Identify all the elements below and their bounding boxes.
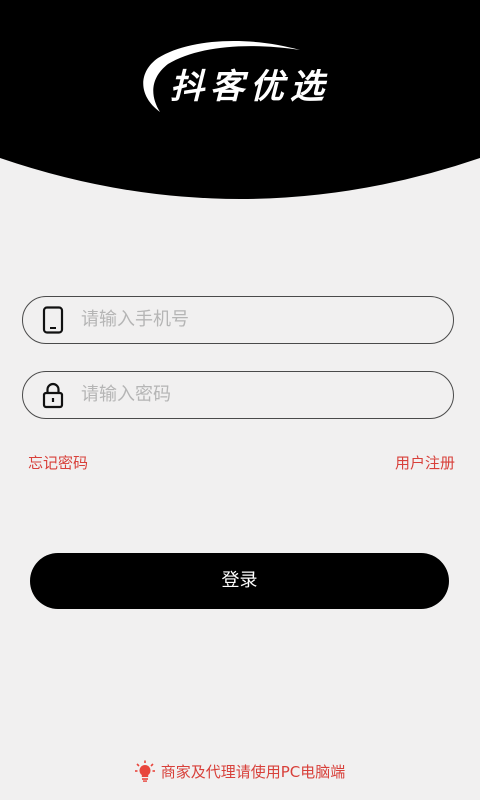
forgot-password-link[interactable]: 忘记密码: [28, 452, 88, 474]
phone-field[interactable]: [22, 296, 454, 344]
footer-note-text: 商家及代理请使用PC电脑端: [160, 762, 346, 781]
lightbulb-icon: [134, 760, 155, 782]
footer-note: 商家及代理请使用PC电脑端: [0, 758, 480, 784]
phone-input[interactable]: [81, 297, 441, 342]
phone-icon: [42, 306, 64, 334]
login-button[interactable]: 登录: [30, 553, 449, 609]
logo-text: 抖客优选: [170, 67, 330, 107]
lock-icon: [42, 382, 64, 409]
header: 抖客优选: [0, 0, 480, 200]
register-link[interactable]: 用户注册: [395, 452, 455, 474]
password-input[interactable]: [81, 372, 441, 417]
password-field[interactable]: [22, 371, 454, 419]
